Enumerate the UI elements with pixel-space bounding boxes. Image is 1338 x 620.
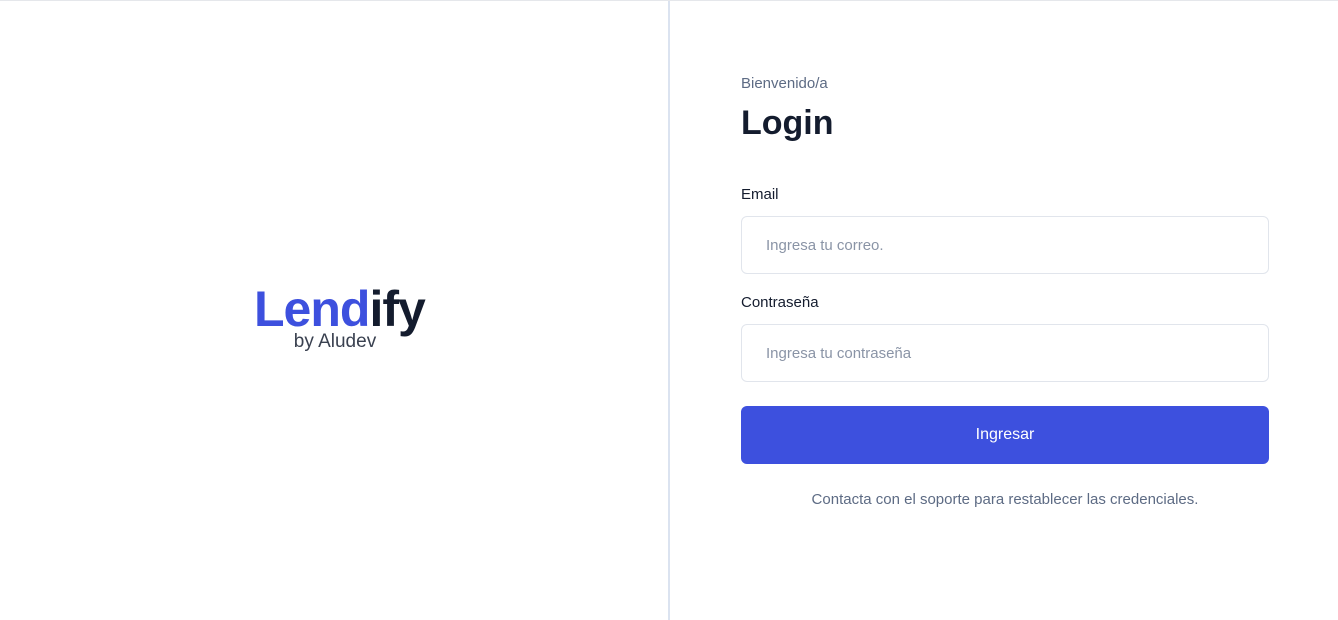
brand-logo: Lendify by Aludev [254,281,426,353]
email-field[interactable] [741,216,1269,274]
welcome-text: Bienvenido/a [741,75,828,92]
email-label: Email [741,186,779,203]
brand-name: Lendify [254,281,426,337]
login-page: Lendify by Aludev Bienvenido/a Login Ema… [0,0,1338,620]
brand-name-secondary: ify [369,281,425,337]
login-button[interactable]: Ingresar [741,406,1269,464]
login-form-panel: Bienvenido/a Login Email Contraseña Ingr… [670,1,1338,620]
brand-name-primary: Lend [254,281,370,337]
password-field[interactable] [741,324,1269,382]
support-help-text: Contacta con el soporte para restablecer… [811,491,1199,508]
password-label: Contraseña [741,294,819,311]
brand-panel: Lendify by Aludev [0,1,670,620]
page-title: Login [741,104,834,142]
